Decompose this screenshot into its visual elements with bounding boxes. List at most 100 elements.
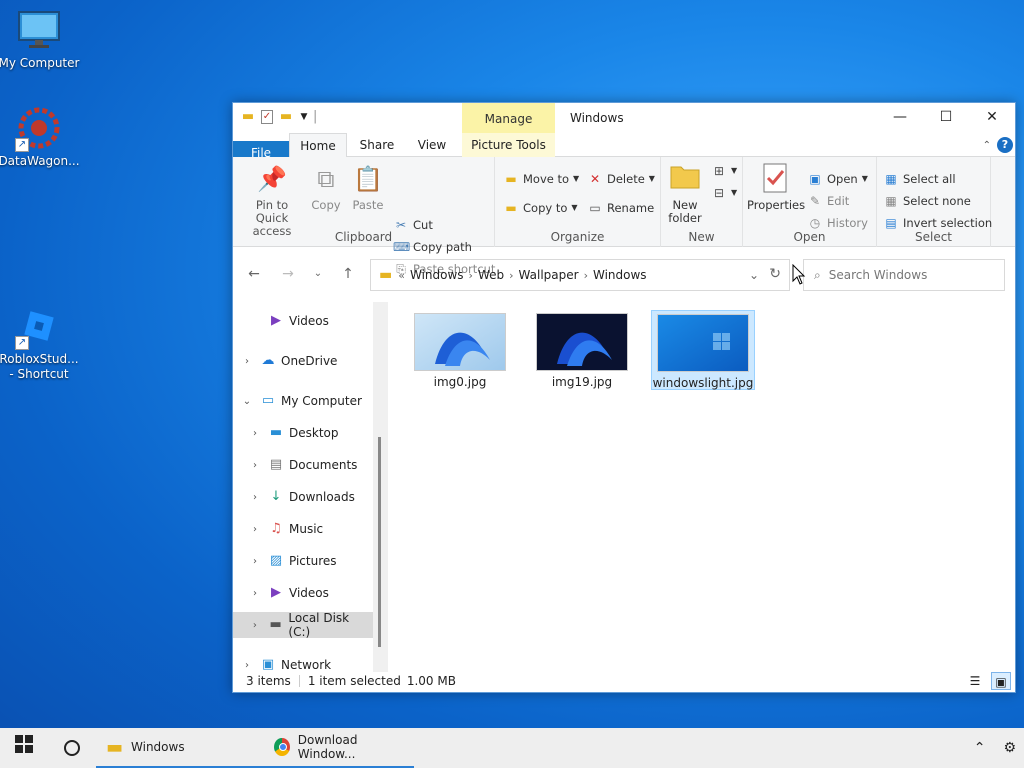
new-folder-qat-icon[interactable]: ▬	[277, 109, 295, 125]
nav-item-downloads[interactable]: › ↓ Downloads	[233, 484, 373, 510]
navigation-pane: ▶ Videos › ☁ OneDrive ⌄ ▭ My Computer › …	[233, 302, 388, 672]
tab-view[interactable]: View	[407, 133, 457, 157]
large-icons-view-icon[interactable]: ▣	[991, 672, 1011, 690]
up-button[interactable]: ↑	[337, 263, 359, 285]
tab-picture-tools[interactable]: Picture Tools	[462, 133, 555, 157]
open-button[interactable]: ▣ Open ▼	[807, 169, 868, 189]
chevron-right-icon[interactable]: ›	[469, 269, 473, 282]
show-hidden-icons-chevron-icon[interactable]: ⌃	[974, 740, 986, 756]
chevron-down-icon: ▼	[573, 174, 580, 183]
desktop-icon-my-computer[interactable]: My Computer	[0, 8, 81, 71]
breadcrumb-windows[interactable]: Windows	[410, 268, 464, 282]
nav-item-onedrive[interactable]: › ☁ OneDrive	[233, 348, 373, 374]
nav-label: Pictures	[289, 554, 337, 568]
maximize-button[interactable]: ☐	[923, 103, 969, 133]
desktop-icon-roblox-studio[interactable]: ↗ RobloxStud... - Shortcut	[0, 304, 81, 382]
nav-item-desktop[interactable]: › ▬ Desktop	[233, 420, 373, 446]
chevron-right-icon[interactable]: ›	[249, 460, 261, 471]
scrollbar-thumb[interactable]	[378, 437, 381, 647]
forward-button[interactable]: →	[277, 263, 299, 285]
help-icon[interactable]: ?	[997, 137, 1013, 153]
taskbar-app-chrome[interactable]: Download Window...	[264, 728, 414, 768]
breadcrumb-web[interactable]: Web	[478, 268, 504, 282]
selected-count: 1 item selected	[307, 674, 401, 688]
copy-to-button[interactable]: ▬ Copy to ▼	[503, 198, 577, 218]
file-item[interactable]: img0.jpg	[408, 310, 512, 390]
breadcrumb-wallpaper[interactable]: Wallpaper	[519, 268, 579, 282]
chevron-right-icon[interactable]: ›	[249, 556, 261, 567]
search-icon: ⌕	[814, 267, 821, 282]
paste-label: Paste	[352, 198, 384, 212]
rename-icon: ▭	[589, 201, 601, 215]
nav-item-my-computer[interactable]: ⌄ ▭ My Computer	[233, 388, 373, 414]
refresh-icon[interactable]: ↻	[769, 266, 781, 282]
easy-access-button[interactable]: ⊟ ▼	[711, 183, 737, 203]
title-bar[interactable]: ▬ ✓ ▬ ▼ | Manage Windows — ☐ ✕	[233, 103, 1015, 133]
properties-button[interactable]: Properties	[747, 163, 805, 212]
close-button[interactable]: ✕	[969, 103, 1015, 133]
desktop-icon-datawagon[interactable]: ↗ DataWagon...	[0, 106, 81, 169]
properties-qat-icon[interactable]: ✓	[261, 110, 273, 124]
disk-icon: ▬	[269, 617, 282, 632]
select-none-button[interactable]: ▦ Select none	[883, 191, 971, 211]
nav-label: OneDrive	[281, 354, 338, 368]
file-item[interactable]: windowslight.jpg	[651, 310, 755, 390]
chevron-right-icon[interactable]: ›	[241, 660, 253, 671]
new-item-button[interactable]: ⊞ ▼	[711, 161, 737, 181]
rename-button[interactable]: ▭ Rename	[587, 198, 654, 218]
search-box[interactable]: ⌕ Search Windows	[803, 259, 1005, 291]
breadcrumb-windows-current[interactable]: Windows	[593, 268, 647, 282]
move-to-button[interactable]: ▬ Move to ▼	[503, 169, 579, 189]
nav-item-videos-quick[interactable]: ▶ Videos	[233, 308, 373, 334]
folder-icon: ▬	[241, 109, 255, 124]
tab-home[interactable]: Home	[289, 133, 347, 158]
chevron-right-icon[interactable]: ›	[249, 428, 261, 439]
nav-item-local-disk[interactable]: › ▬ Local Disk (C:)	[233, 611, 373, 639]
open-group: Properties ▣ Open ▼ ✎ Edit ◷ History Ope…	[743, 157, 877, 247]
nav-item-pictures[interactable]: › ▨ Pictures	[233, 548, 373, 574]
chevron-right-icon[interactable]: ›	[509, 269, 513, 282]
nav-item-music[interactable]: › ♫ Music	[233, 516, 373, 542]
qat-dropdown-icon[interactable]: ▼	[299, 109, 309, 125]
navigation-bar: ← → ⌄ ↑ ▬ « Windows › Web › Wallpaper › …	[233, 247, 1015, 301]
desktop-icon: ▬	[269, 425, 283, 440]
file-item[interactable]: img19.jpg	[530, 310, 634, 390]
minimize-button[interactable]: —	[877, 103, 923, 133]
collapse-ribbon-icon[interactable]: ⌃	[983, 140, 991, 151]
cortana-button[interactable]	[48, 728, 96, 768]
chevron-right-icon[interactable]: ›	[249, 524, 261, 535]
chevron-right-icon[interactable]: ›	[249, 588, 261, 599]
address-overflow[interactable]: «	[398, 269, 405, 282]
chevron-right-icon[interactable]: ›	[249, 620, 261, 631]
taskbar-app-label: Download Window...	[297, 733, 358, 761]
paste-icon: 📋	[353, 165, 383, 193]
select-all-button[interactable]: ▦ Select all	[883, 169, 955, 189]
chevron-right-icon[interactable]: ›	[241, 356, 253, 367]
clipboard-group-label: Clipboard	[334, 230, 393, 244]
settings-gear-icon[interactable]: ⚙	[1003, 740, 1016, 756]
start-button[interactable]	[0, 728, 48, 768]
recent-locations-button[interactable]: ⌄	[307, 263, 329, 285]
address-bar[interactable]: ▬ « Windows › Web › Wallpaper › Windows …	[370, 259, 790, 291]
easy-access-icon: ⊟	[713, 186, 725, 200]
tab-share[interactable]: Share	[351, 133, 403, 157]
navigation-scrollbar[interactable]	[373, 302, 388, 672]
delete-icon: ✕	[589, 172, 601, 186]
back-button[interactable]: ←	[243, 263, 265, 285]
address-dropdown-icon[interactable]: ⌄	[749, 268, 759, 282]
manage-tab[interactable]: Manage	[462, 103, 555, 133]
chevron-right-icon[interactable]: ›	[249, 492, 261, 503]
chevron-down-icon[interactable]: ⌄	[241, 396, 253, 407]
delete-button[interactable]: ✕ Delete ▼	[587, 169, 655, 189]
details-view-icon[interactable]: ☰	[965, 672, 985, 690]
pin-to-quick-access-button[interactable]: 📌 Pin to Quick access	[239, 163, 305, 238]
edit-button[interactable]: ✎ Edit	[807, 191, 849, 211]
chevron-right-icon[interactable]: ›	[584, 269, 588, 282]
taskbar-app-explorer[interactable]: ▬ Windows	[96, 728, 264, 768]
nav-item-videos[interactable]: › ▶ Videos	[233, 580, 373, 606]
new-folder-button[interactable]: New folder	[667, 163, 703, 225]
pin-icon: 📌	[257, 165, 287, 193]
copy-button[interactable]: ⧉ Copy	[307, 163, 345, 212]
nav-item-documents[interactable]: › ▤ Documents	[233, 452, 373, 478]
paste-button[interactable]: 📋 Paste	[349, 163, 387, 212]
